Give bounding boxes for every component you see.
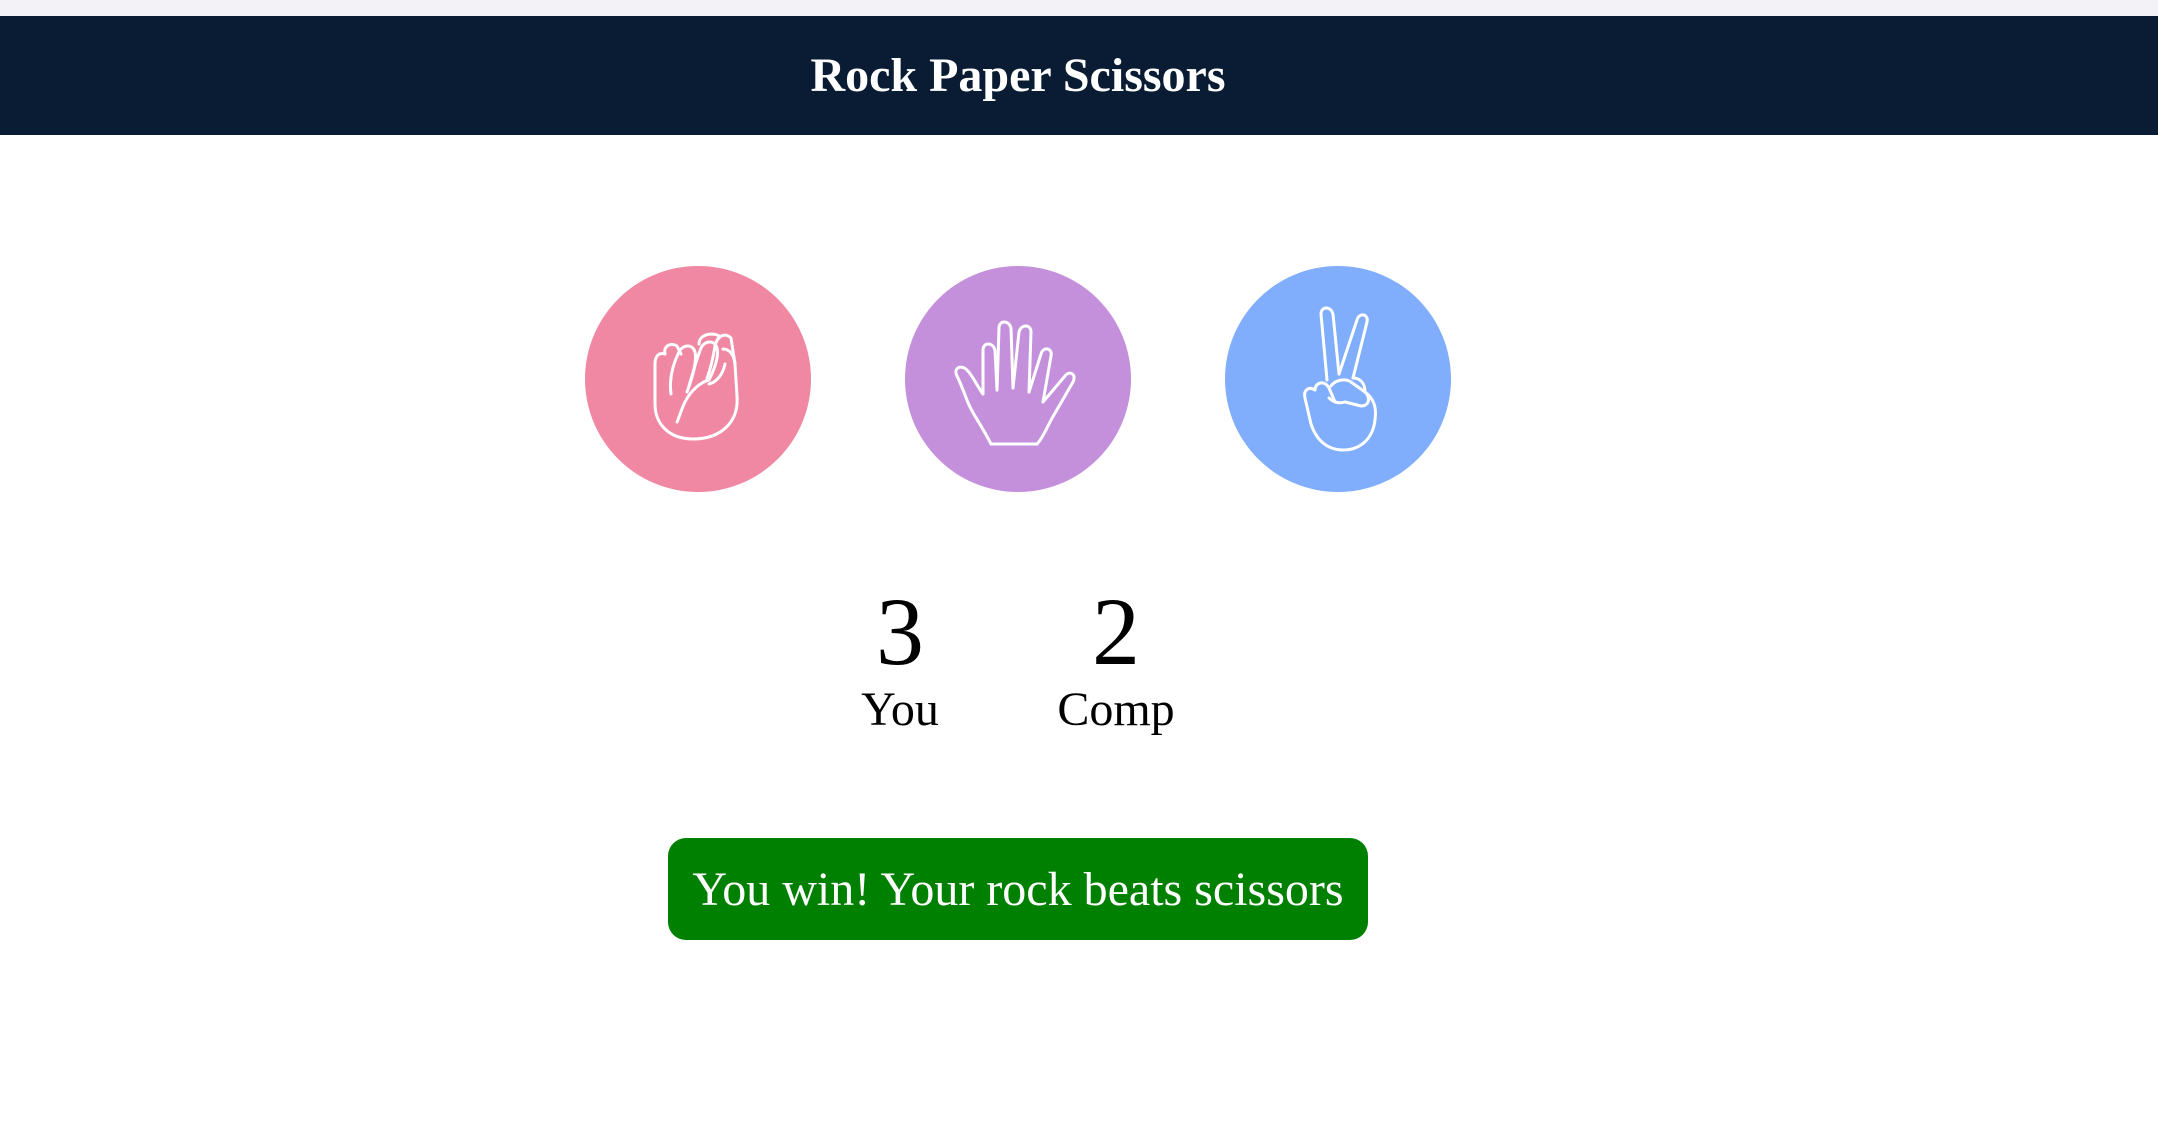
computer-score-value: 2	[1092, 578, 1140, 685]
rock-button[interactable]	[585, 266, 811, 492]
result-message: You win! Your rock beats scissors	[668, 838, 1368, 940]
player-score: 3 You	[790, 580, 1010, 740]
paper-button[interactable]	[905, 266, 1131, 492]
browser-top-strip	[0, 0, 2158, 16]
page-title: Rock Paper Scissors	[810, 49, 1226, 102]
player-score-value: 3	[876, 578, 924, 685]
victory-hand-icon	[1303, 306, 1377, 452]
scissors-button[interactable]	[1225, 266, 1451, 492]
fist-icon	[653, 332, 739, 441]
player-score-label: You	[861, 683, 939, 736]
choice-buttons	[0, 266, 2158, 492]
open-hand-icon	[954, 320, 1076, 446]
app-header: Rock Paper Scissors	[0, 16, 2158, 135]
computer-score-label: Comp	[1057, 683, 1175, 736]
scoreboard: 3 You 2 Comp	[0, 580, 2158, 750]
computer-score: 2 Comp	[1006, 580, 1226, 740]
